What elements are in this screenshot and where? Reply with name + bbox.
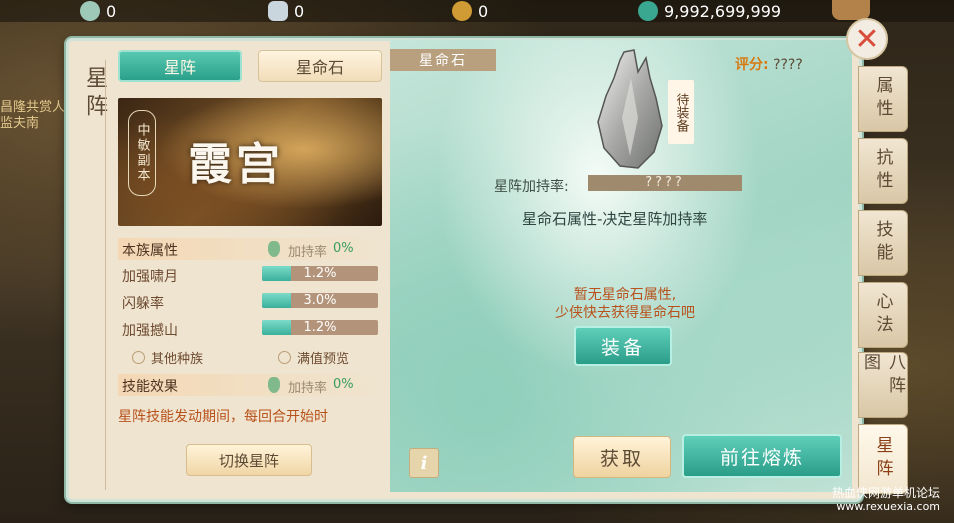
attr-value: 1.2%	[303, 266, 337, 281]
stone-attr-title: 星命石属性-决定星阵加持率	[522, 210, 708, 228]
tab-star-array-side[interactable]: 星阵	[858, 424, 908, 494]
skill-rate-value: 0%	[333, 377, 354, 392]
search-icon	[132, 351, 145, 364]
dungeon-subtitle: 中敏副本	[128, 110, 156, 196]
switch-array-button[interactable]: 切换星阵	[186, 444, 312, 476]
attr-bar: 1.2%	[262, 266, 378, 281]
tab-star-stone[interactable]: 星命石	[258, 50, 382, 82]
score-label: 评分:	[735, 57, 769, 73]
silver-ingot-icon	[268, 1, 288, 21]
attr-bar: 3.0%	[262, 293, 378, 308]
watermark: 热血侠网游单机论坛 www.rexuexia.com	[832, 486, 941, 513]
gem-icon	[268, 377, 280, 393]
bonus-label: 星阵加持率:	[494, 179, 569, 195]
bonus-value: ????	[588, 175, 742, 191]
resource-gold[interactable]: 9,992,699,999	[638, 0, 781, 22]
chest-icon[interactable]	[832, 0, 870, 20]
skill-effect-header: 技能效果 加持率 0%	[118, 374, 382, 396]
attr-bar: 1.2%	[262, 320, 378, 335]
resource-jade[interactable]: 0	[80, 0, 116, 22]
info-button[interactable]: i	[409, 448, 439, 478]
max-preview-link[interactable]: 满值预览	[278, 348, 349, 367]
race-attr-label: 本族属性	[122, 243, 178, 259]
attr-name: 加强撼山	[122, 323, 178, 339]
race-attr-header: 本族属性 加持率 0%	[118, 238, 382, 260]
star-stone-crystal-icon[interactable]	[594, 48, 668, 172]
attr-value: 1.2%	[303, 320, 337, 335]
resource-bar: 0 0 0 9,992,699,999	[0, 0, 954, 22]
resource-copper[interactable]: 0	[452, 0, 488, 22]
tab-mind-method[interactable]: 心法	[858, 282, 908, 348]
search-icon	[278, 351, 291, 364]
divider	[105, 60, 106, 490]
jade-coin-icon	[80, 1, 100, 21]
resource-silver[interactable]: 0	[268, 0, 304, 22]
tab-eight-array[interactable]: 八阵图	[858, 352, 908, 418]
panel-side-title: 星阵	[82, 66, 107, 122]
await-equip-label: 待装备	[668, 80, 694, 144]
skill-effect-label: 技能效果	[122, 379, 178, 395]
attr-value: 3.0%	[303, 293, 337, 308]
tab-resistance[interactable]: 抗性	[858, 138, 908, 204]
skill-rate-label: 加持率	[288, 381, 328, 396]
race-rate-label: 加持率	[288, 245, 328, 260]
other-races-link[interactable]: 其他种族	[132, 348, 203, 367]
gold-plus-icon	[638, 1, 658, 21]
stone-tag: 星命石	[390, 49, 496, 71]
attr-name: 闪躲率	[122, 296, 164, 312]
tab-skills[interactable]: 技能	[858, 210, 908, 276]
gem-icon	[268, 241, 280, 257]
skill-description: 星阵技能发动期间，每回合开始时	[118, 409, 328, 425]
tab-attributes[interactable]: 属性	[858, 66, 908, 132]
close-button[interactable]: ✕	[846, 18, 888, 60]
copper-coin-icon	[452, 1, 472, 21]
no-attr-message: 暂无星命石属性, 少侠快去获得星命石吧	[555, 287, 695, 321]
dungeon-name: 霞宫	[188, 139, 284, 190]
close-icon: ✕	[854, 21, 880, 57]
go-refine-button[interactable]: 前往熔炼	[682, 434, 842, 478]
score-display: 评分: ????	[735, 54, 803, 74]
attr-name: 加强啸月	[122, 269, 178, 285]
race-rate-value: 0%	[333, 241, 354, 256]
score-value: ????	[773, 57, 803, 73]
background-npc-label: 昌隆共赏人 监夫南	[0, 100, 66, 131]
equip-button[interactable]: 装备	[574, 326, 672, 366]
obtain-button[interactable]: 获取	[573, 436, 671, 478]
tab-star-array[interactable]: 星阵	[118, 50, 242, 82]
